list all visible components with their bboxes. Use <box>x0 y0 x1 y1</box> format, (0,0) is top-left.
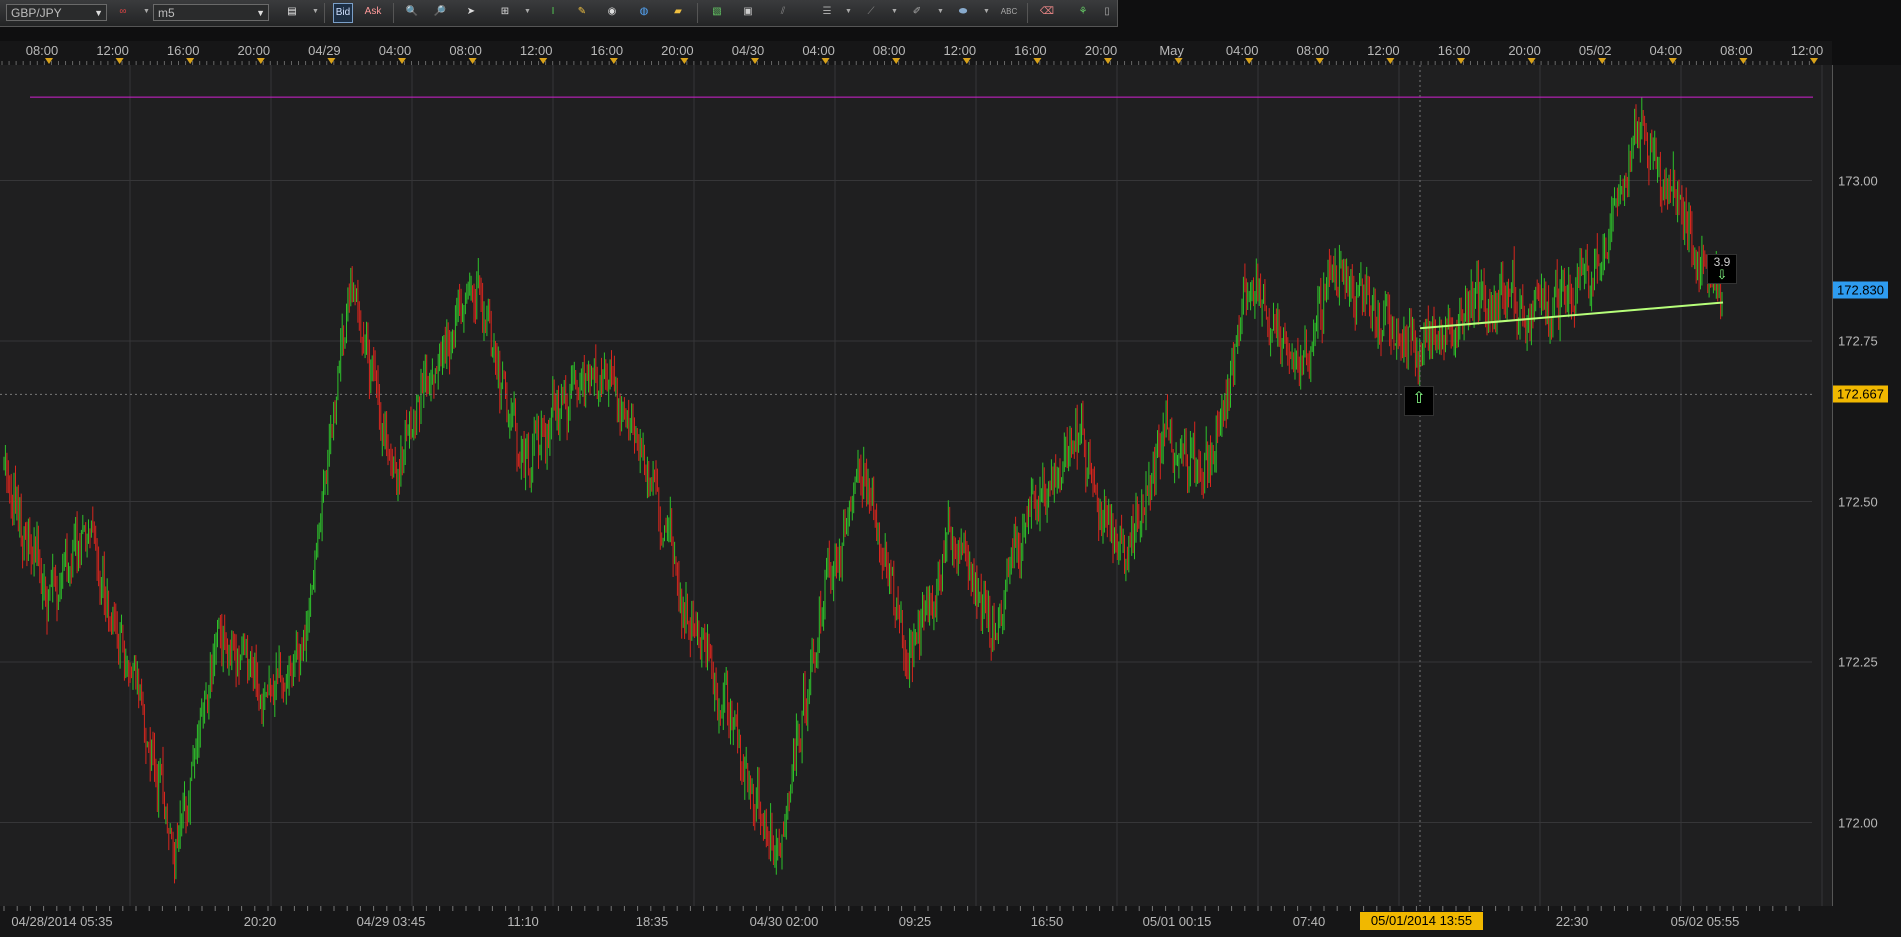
down-arrow-icon: ⇩ <box>1716 267 1728 282</box>
note-icon[interactable]: ✎ <box>572 3 592 23</box>
lines-icon[interactable]: ☰ <box>817 3 837 23</box>
globe-icon[interactable]: ◍ <box>634 3 654 23</box>
price-axis-label: 173.00 <box>1838 173 1878 189</box>
up-arrow-icon: ⇧ <box>1412 390 1426 407</box>
bottom-axis-label: 05/02 05:55 <box>1670 914 1740 929</box>
crosshair-icon[interactable]: ⊞ <box>495 3 515 23</box>
bottom-axis-label: 16:50 <box>1030 914 1064 929</box>
price-axis-label: 172.75 <box>1838 333 1878 349</box>
price-chart[interactable] <box>0 65 1832 906</box>
bottom-axis-label: 22:30 <box>1555 914 1589 929</box>
bottom-axis-label: 09:25 <box>898 914 932 929</box>
zoom-in-icon[interactable]: 🔍 <box>402 3 422 23</box>
bid-label: Bid <box>335 7 351 18</box>
toolbar-divider <box>324 3 325 23</box>
time-marker-icon <box>1810 58 1818 64</box>
bottom-time-axis: 04/28/2014 05:35 20:20 04/29 03:45 11:10 18:… <box>0 906 1901 937</box>
chart-area[interactable]: ⇧ 3.9 ⇩ <box>0 65 1833 906</box>
chevron-down-icon[interactable]: ▼ <box>845 8 852 15</box>
template-icon[interactable]: ▣ <box>738 3 758 23</box>
picture-icon[interactable]: ▧ <box>707 3 727 23</box>
symbol-value: GBP/JPY <box>11 6 62 20</box>
chevron-down-icon: ▼ <box>94 8 103 18</box>
symbol-select[interactable]: GBP/JPY ▼ <box>6 4 107 21</box>
chevron-down-icon[interactable]: ▼ <box>312 8 319 15</box>
pencil-icon[interactable]: ✐ <box>907 3 927 23</box>
chart-type-icon[interactable]: ▤ <box>282 3 302 23</box>
bid-button[interactable]: Bid <box>333 3 353 23</box>
chevron-down-icon: ▼ <box>256 8 265 18</box>
current-price-tag: 172.830 <box>1833 281 1888 299</box>
price-axis-label: 172.50 <box>1838 494 1878 510</box>
chevron-down-icon[interactable]: ▼ <box>891 8 898 15</box>
eye-icon[interactable]: ◉ <box>602 3 622 23</box>
entry-marker[interactable]: ⇧ <box>1404 386 1434 416</box>
top-time-axis: 08:00 12:00 16:00 20:00 04/29 04:00 08:00 12:00… <box>0 41 1832 65</box>
cursor-time-tag: 05/01/2014 13:55 <box>1360 912 1483 930</box>
bottom-axis-label: 18:35 <box>635 914 669 929</box>
price-axis-label: 172.00 <box>1838 815 1878 831</box>
chevron-down-icon[interactable]: ▼ <box>937 8 944 15</box>
price-axis-label: 172.25 <box>1838 654 1878 670</box>
bottom-axis-label: 11:10 <box>507 914 539 929</box>
eraser-icon[interactable]: ⌫ <box>1037 3 1057 23</box>
timeframe-value: m5 <box>158 6 175 20</box>
bottom-axis-label: 05/01 00:15 <box>1142 914 1212 929</box>
text-icon[interactable]: ABC <box>999 3 1019 23</box>
toolbar-divider <box>697 3 698 23</box>
price-scale[interactable] <box>1833 65 1901 906</box>
bottom-axis-label: 04/30 02:00 <box>749 914 819 929</box>
candles <box>3 97 1723 884</box>
zoom-out-icon[interactable]: 🔎 <box>430 3 450 23</box>
cursor-icon[interactable]: ➤ <box>461 3 481 23</box>
top-axis-ticks <box>1 58 1818 65</box>
toolbar-divider <box>1027 3 1028 23</box>
chevron-down-icon[interactable]: ▼ <box>143 8 150 15</box>
ellipse-icon[interactable]: ⬬ <box>953 3 973 23</box>
cursor-price-tag: 172.667 <box>1833 385 1888 403</box>
indicator-icon[interactable]: I <box>543 3 563 23</box>
chevron-down-icon[interactable]: ▼ <box>524 8 531 15</box>
bottom-axis-ticks <box>3 906 1800 911</box>
exit-marker[interactable]: 3.9 ⇩ <box>1707 254 1737 284</box>
ruler-icon[interactable]: ▰ <box>668 3 688 23</box>
bottom-axis-label: 04/28/2014 05:35 <box>11 914 113 929</box>
timeframe-select[interactable]: m5 ▼ <box>153 4 269 21</box>
trendline-icon[interactable]: ⫽ <box>773 3 793 23</box>
overflow-icon[interactable]: ▯ <box>1097 3 1117 23</box>
ask-label: Ask <box>364 6 382 17</box>
tree-icon[interactable]: ⚘ <box>1073 3 1093 23</box>
bottom-axis-label: 04/29 03:45 <box>356 914 426 929</box>
link-chart-icon[interactable]: ∞ <box>113 3 133 23</box>
bottom-axis-label: 07:40 <box>1292 914 1326 929</box>
toolbar-divider <box>393 3 394 23</box>
ask-button[interactable]: Ask <box>363 3 383 23</box>
chevron-down-icon[interactable]: ▼ <box>983 8 990 15</box>
fan-icon[interactable]: ⟋ <box>861 3 881 23</box>
bottom-axis-label: 20:20 <box>243 914 277 929</box>
toolbar: GBP/JPY ▼ ∞ ▼ m5 ▼ ▤ ▼ Bid Ask 🔍 🔎 ➤ ⊞ ▼… <box>0 0 1118 27</box>
